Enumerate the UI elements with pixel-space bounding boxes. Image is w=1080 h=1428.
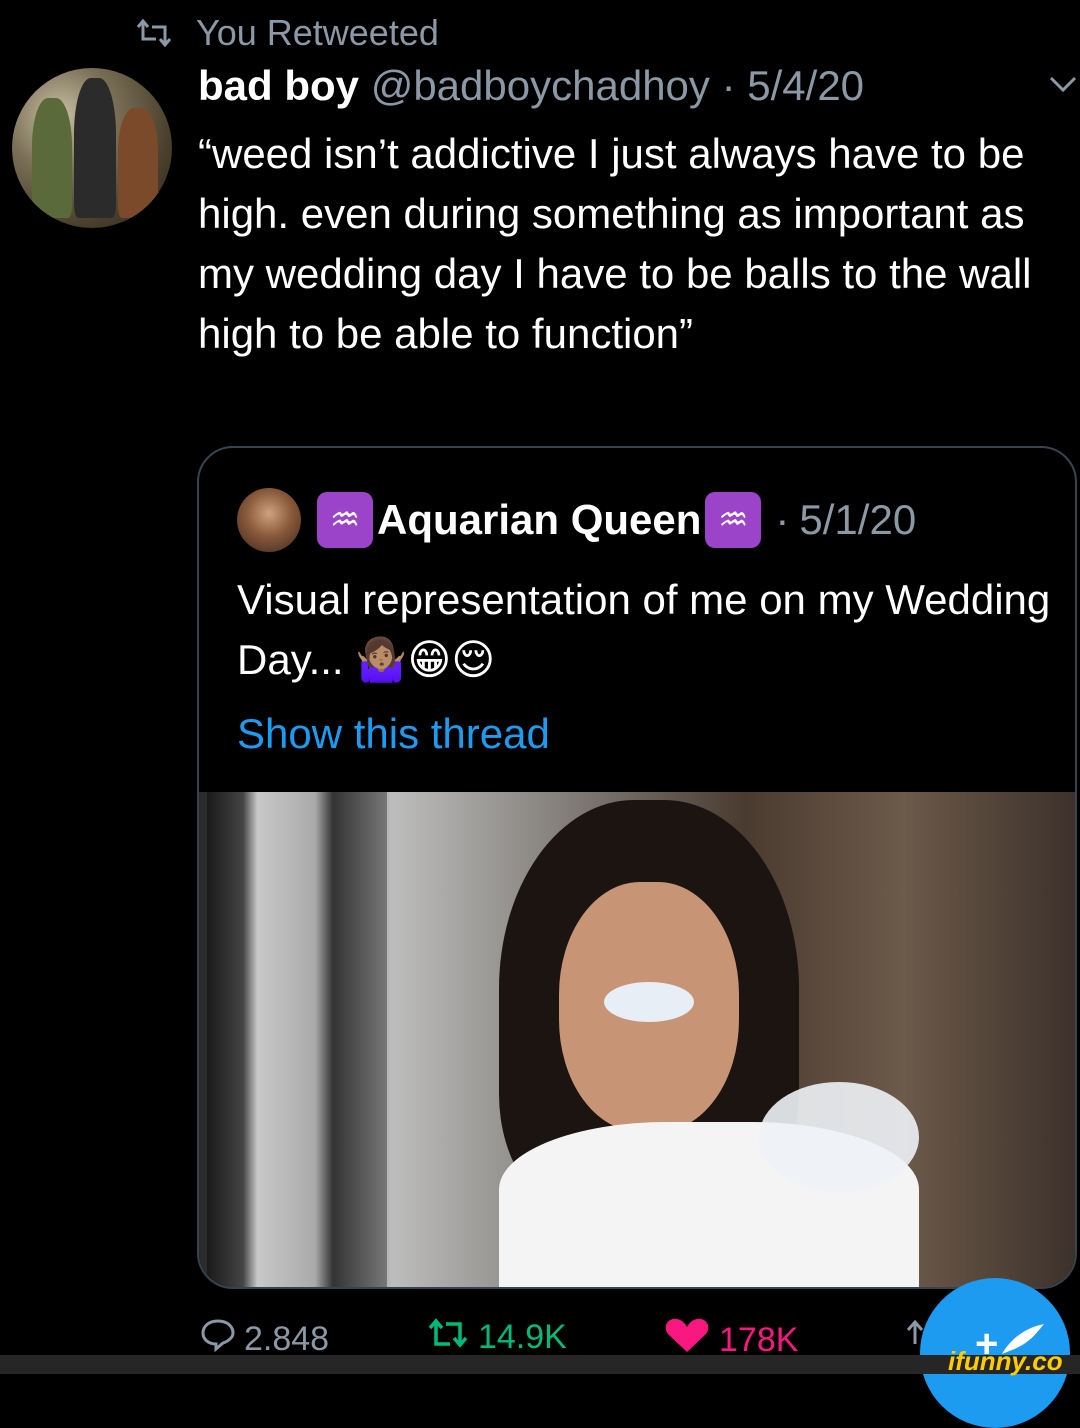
retweet-banner-text: You Retweeted [196, 12, 439, 53]
retweet-count: 14.9K [478, 1318, 567, 1356]
quoted-author-name: Aquarian Queen [377, 496, 702, 543]
author-handle[interactable]: @badboychadhoy [371, 62, 710, 109]
photo-window [207, 792, 387, 1287]
header-separator: · [721, 62, 736, 109]
quoted-tweet-photo[interactable] [199, 792, 1075, 1287]
quoted-author-avatar [237, 488, 301, 552]
quoted-tweet-card[interactable]: ♒ Aquarian Queen ♒ · 5/1/20 Visual repre… [197, 446, 1077, 1289]
bottom-bar [0, 1355, 1080, 1374]
aquarius-icon: ♒ [317, 492, 373, 548]
tweet-text: “weed isn’t addictive I just always have… [198, 130, 1032, 357]
tweet-header: bad boy @badboychadhoy · 5/4/20 [198, 62, 864, 110]
photo-smoke [604, 982, 694, 1022]
tweet-date[interactable]: 5/4/20 [747, 62, 864, 109]
author-name[interactable]: bad boy [198, 62, 359, 109]
retweet-banner: You Retweeted [134, 12, 439, 54]
retweet-button[interactable]: 14.9K [426, 1318, 567, 1357]
aquarius-icon: ♒ [705, 492, 762, 548]
retweet-icon [134, 19, 174, 47]
ifunny-watermark: ifunny.co [948, 1346, 1063, 1376]
author-avatar[interactable] [12, 68, 172, 228]
quoted-tweet-text: Visual representation of me on my Weddin… [237, 576, 1051, 683]
quoted-tweet-date: 5/1/20 [799, 496, 917, 543]
retweet-active-icon [426, 1318, 470, 1357]
reply-count: 2.848 [244, 1320, 330, 1358]
photo-bow [759, 1082, 919, 1192]
show-thread-link[interactable]: Show this thread [237, 710, 550, 758]
chevron-down-icon[interactable] [1048, 74, 1078, 99]
quoted-tweet-separator: · [775, 496, 790, 543]
quoted-tweet-header: ♒ Aquarian Queen ♒ · 5/1/20 [237, 488, 916, 552]
